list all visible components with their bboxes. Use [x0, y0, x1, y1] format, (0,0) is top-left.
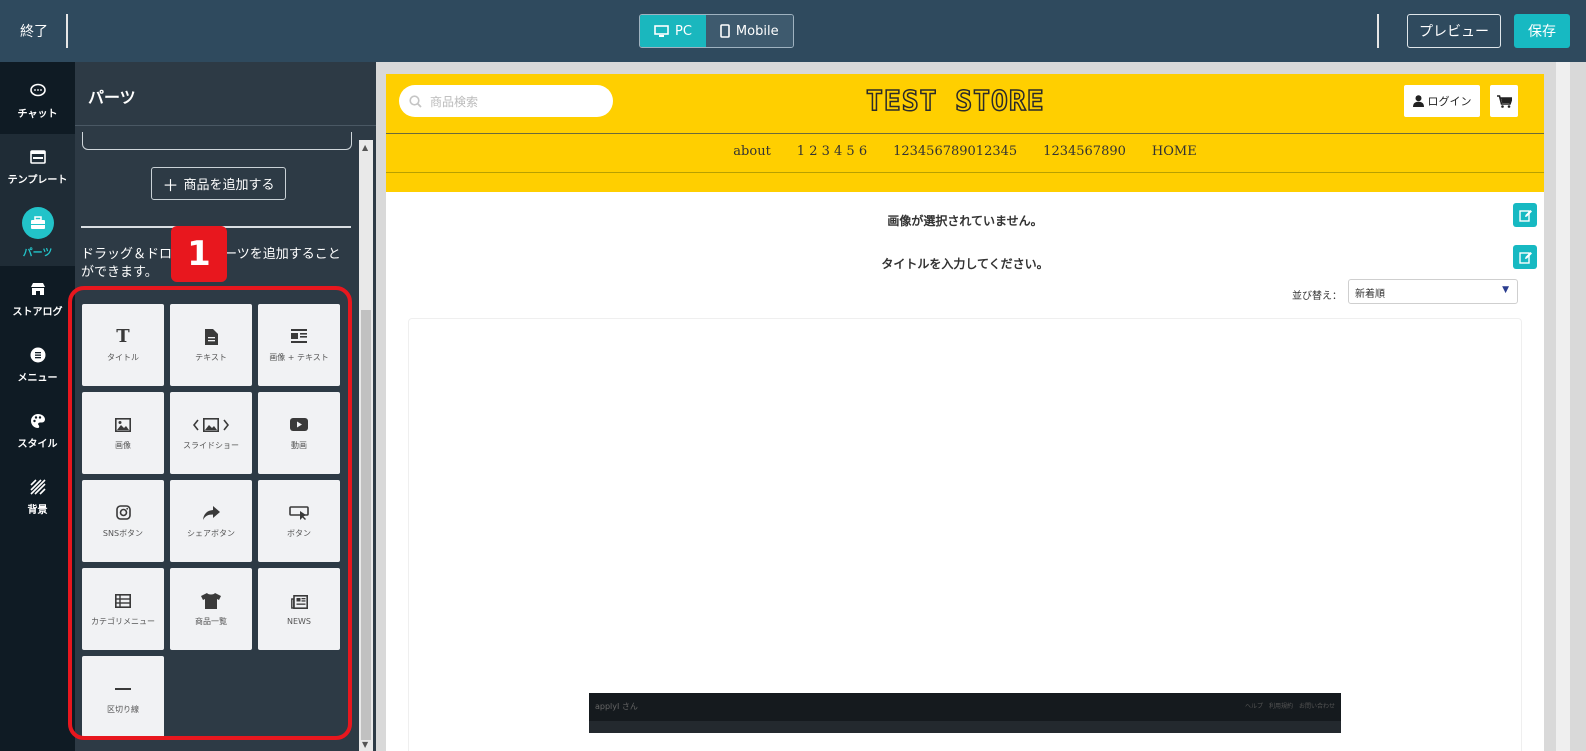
- footer-links[interactable]: ヘルプ 利用規約 お問い合わせ: [1245, 701, 1335, 710]
- sidebar-item-label: メニュー: [17, 373, 58, 384]
- sort-label: 並び替え：: [1292, 291, 1342, 302]
- edit-title-button[interactable]: [1513, 245, 1537, 269]
- nav-item-home[interactable]: HOME: [1152, 144, 1197, 159]
- device-toggle: PC Mobile: [639, 14, 794, 48]
- sidebar-rail: チャット テンプレート パーツ ストアログ メニュー スタイル 背景: [0, 62, 75, 751]
- edit-icon: [1518, 251, 1532, 264]
- cart-icon: [1496, 94, 1512, 108]
- store-preview: 商品検索 TEST STORE ログイン about 1 2 3 4 5 6 1…: [386, 74, 1544, 751]
- panel-title: パーツ: [75, 62, 376, 126]
- view-mobile-button[interactable]: Mobile: [705, 15, 793, 47]
- sidebar-item-chat[interactable]: チャット: [0, 68, 75, 134]
- sidebar-item-parts[interactable]: パーツ: [0, 200, 75, 266]
- divider: [386, 133, 1544, 134]
- store-header: 商品検索 TEST STORE ログイン about 1 2 3 4 5 6 1…: [386, 74, 1544, 192]
- store-icon: [29, 280, 47, 298]
- panel-scrollbar[interactable]: ▲ ▼: [359, 140, 373, 751]
- sidebar-item-background[interactable]: 背景: [0, 464, 75, 530]
- search-icon: [409, 94, 422, 108]
- scrollbar-thumb[interactable]: [361, 310, 371, 740]
- sidebar-item-label: テンプレート: [7, 175, 68, 186]
- palette-icon: [29, 412, 47, 430]
- nav-item[interactable]: 123456789012345: [893, 144, 1017, 159]
- mobile-icon: [720, 24, 730, 38]
- divider: [1377, 14, 1379, 48]
- sidebar-item-style[interactable]: スタイル: [0, 398, 75, 464]
- nav-item[interactable]: 1 2 3 4 5 6: [797, 144, 867, 159]
- scroll-up-icon[interactable]: ▲: [362, 143, 368, 152]
- add-product-label: 商品を追加する: [183, 178, 275, 193]
- monitor-icon: [654, 24, 669, 37]
- login-label: ログイン: [1427, 95, 1472, 108]
- edit-image-button[interactable]: [1513, 203, 1537, 227]
- chevron-down-icon: ▼: [1502, 285, 1509, 295]
- search-placeholder: 商品検索: [430, 94, 479, 109]
- nav-item[interactable]: 1234567890: [1043, 144, 1126, 159]
- footer-user: applyI さん: [595, 702, 638, 711]
- sidebar-item-label: スタイル: [17, 439, 58, 450]
- user-icon: [1412, 95, 1424, 107]
- no-image-message: 画像が選択されていません。: [887, 214, 1043, 228]
- store-nav: about 1 2 3 4 5 6 123456789012345 123456…: [386, 144, 1544, 159]
- sidebar-item-menu[interactable]: メニュー: [0, 332, 75, 398]
- product-search-input[interactable]: 商品検索: [399, 85, 613, 117]
- template-icon: [29, 148, 47, 166]
- menu-icon: [29, 346, 47, 364]
- product-list-area: [408, 318, 1522, 751]
- divider: [66, 14, 68, 48]
- title-prompt[interactable]: タイトルを入力してください。: [386, 255, 1544, 272]
- login-button[interactable]: ログイン: [1404, 85, 1480, 117]
- divider: [386, 172, 1544, 173]
- footer-bar: applyI さん ヘルプ 利用規約 お問い合わせ: [589, 693, 1341, 733]
- sidebar-item-label: チャット: [17, 109, 58, 120]
- sidebar-item-label: ストアログ: [12, 307, 63, 318]
- store-title[interactable]: TEST STORE: [865, 83, 1045, 118]
- sort-value: 新着順: [1355, 289, 1385, 300]
- sidebar-item-store-log[interactable]: ストアログ: [0, 266, 75, 332]
- sidebar-item-label: パーツ: [22, 248, 53, 259]
- edit-icon: [1518, 209, 1532, 222]
- nav-item-about[interactable]: about: [733, 144, 771, 159]
- chat-icon: [29, 82, 47, 100]
- save-button[interactable]: 保存: [1514, 14, 1570, 48]
- view-mobile-label: Mobile: [735, 23, 779, 39]
- scroll-down-icon[interactable]: ▼: [362, 740, 368, 749]
- sidebar-item-template[interactable]: テンプレート: [0, 134, 75, 200]
- sidebar-item-label: 背景: [27, 505, 48, 516]
- view-pc-label: PC: [675, 23, 692, 39]
- view-pc-button[interactable]: PC: [640, 15, 706, 47]
- sort-select[interactable]: 新着順 ▼: [1348, 279, 1518, 304]
- toolbox-icon: [21, 207, 54, 239]
- stripes-icon: [29, 478, 47, 496]
- step-badge: 1: [171, 226, 227, 282]
- product-list-box: [82, 132, 352, 150]
- preview-scrollbar[interactable]: [1556, 62, 1570, 751]
- add-product-button[interactable]: ＋ 商品を追加する: [151, 167, 286, 200]
- highlight-frame: [68, 286, 352, 740]
- exit-button[interactable]: 終了: [20, 21, 48, 41]
- plus-icon: ＋: [162, 175, 179, 195]
- footer-strip: [589, 721, 1341, 733]
- preview-button[interactable]: プレビュー: [1407, 14, 1501, 48]
- top-bar: 終了 PC Mobile プレビュー 保存: [0, 0, 1586, 62]
- cart-button[interactable]: [1490, 85, 1518, 117]
